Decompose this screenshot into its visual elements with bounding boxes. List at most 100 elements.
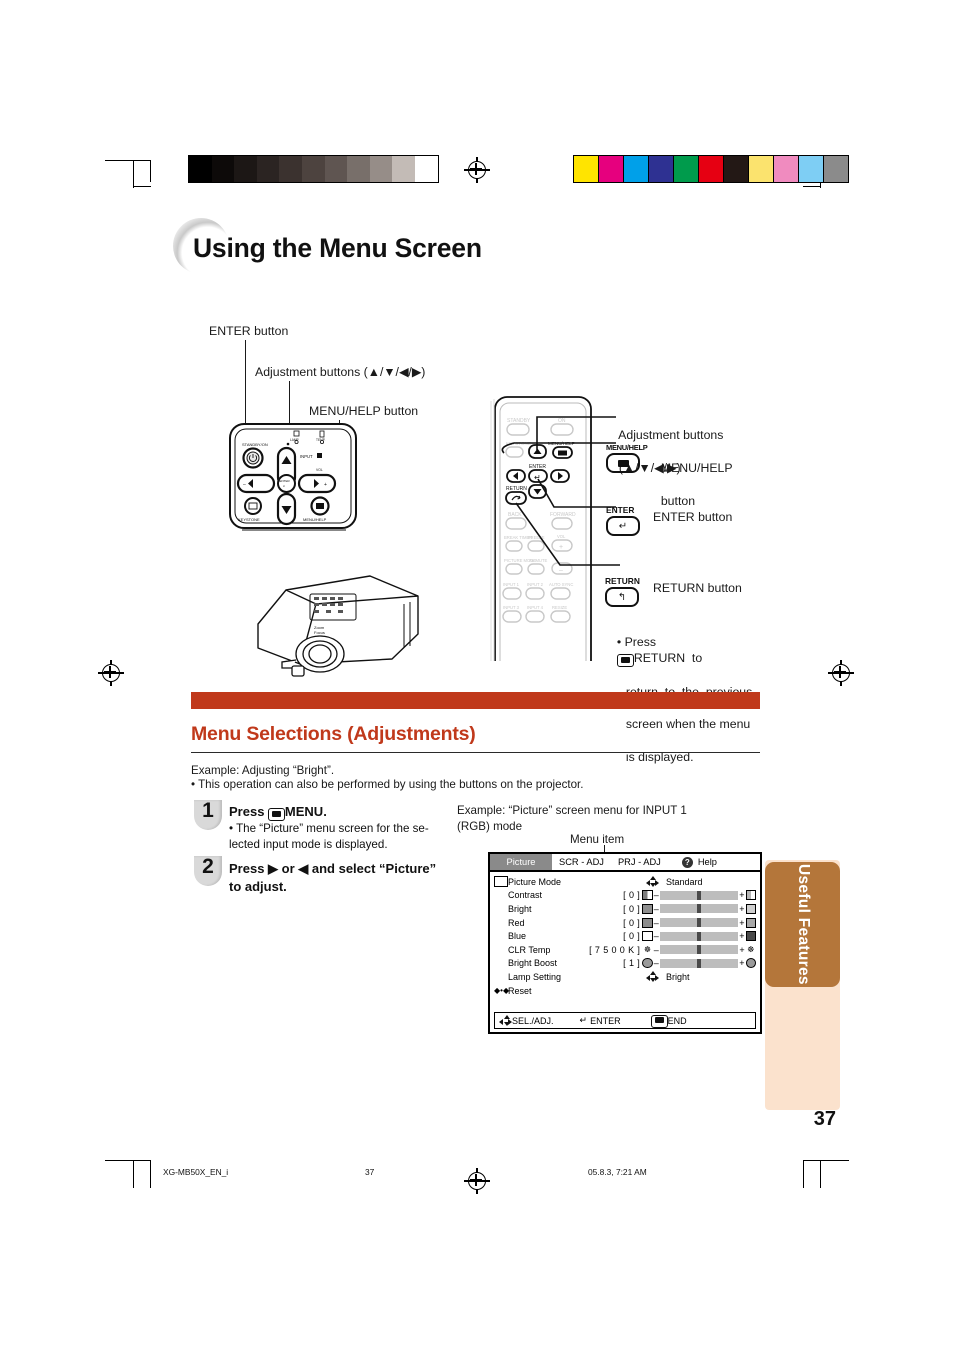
- osd-row-clr-temp[interactable]: CLR Temp [ 7 5 0 0 K ] ☸ – + ☸: [494, 943, 756, 957]
- osd-tab-picture[interactable]: Picture: [490, 854, 552, 870]
- color-swatch-2: [624, 156, 649, 182]
- callout-menu-help-button: MENU/HELP button: [309, 404, 419, 418]
- bright-high-icon: [745, 903, 756, 914]
- osd-row-red[interactable]: Red [ 0 ] – +: [494, 916, 756, 930]
- osd-row-label: Contrast: [508, 890, 543, 901]
- plus-sign: +: [739, 944, 745, 955]
- gray-swatch-9: [392, 156, 415, 182]
- svg-text:ENTER: ENTER: [280, 479, 291, 483]
- osd-bright-slider[interactable]: [659, 904, 739, 914]
- callout-right-menu-help-line1: MENU/HELP: [660, 461, 733, 476]
- osd-row-blue[interactable]: Blue [ 0 ] – +: [494, 929, 756, 943]
- registration-mark-top: [464, 157, 490, 183]
- callout-right-menu-help: MENU/HELP button: [654, 444, 733, 509]
- bright-boost-low-icon: [642, 958, 653, 969]
- side-index-tab-useful-features[interactable]: Useful Features: [765, 862, 840, 987]
- osd-row-bright[interactable]: Bright [ 0 ] – +: [494, 902, 756, 916]
- minus-sign: –: [653, 958, 659, 969]
- svg-text:LAMP: LAMP: [290, 438, 299, 442]
- note-line2: RETURN to: [633, 651, 703, 666]
- osd-bright-boost-slider[interactable]: [659, 958, 739, 968]
- section-accent-bar: [191, 692, 760, 709]
- osd-blue-slider[interactable]: [659, 931, 739, 941]
- osd-contrast-slider[interactable]: [659, 890, 739, 900]
- clr-temp-low-icon: ☸: [643, 944, 652, 954]
- color-swatch-0: [574, 156, 599, 182]
- osd-tab-bar[interactable]: Picture SCR - ADJ PRJ - ADJ ? Help: [490, 854, 760, 872]
- minus-sign: –: [653, 944, 659, 955]
- osd-tab-help[interactable]: Help: [698, 854, 724, 870]
- osd-reset-label: Reset: [508, 985, 532, 996]
- svg-text:KEYSTONE: KEYSTONE: [238, 517, 260, 522]
- menu-key-inline-icon: [267, 808, 285, 821]
- step-1-sub-line1: • The “Picture” menu screen for the se-: [229, 822, 429, 836]
- plus-sign: +: [739, 931, 745, 942]
- minus-sign: –: [653, 903, 659, 914]
- footer-timestamp: 05.8.3, 7:21 AM: [588, 1167, 647, 1177]
- remote-key-return: RETURN ↰: [605, 576, 640, 607]
- osd-row-label: Lamp Setting: [508, 971, 562, 982]
- question-mark-icon[interactable]: ?: [681, 856, 693, 868]
- osd-footer-end: END: [667, 1015, 687, 1026]
- svg-text:+: +: [324, 482, 327, 488]
- color-swatch-10: [824, 156, 848, 182]
- svg-text:VOL: VOL: [316, 468, 323, 472]
- osd-clr-temp-slider[interactable]: [660, 945, 739, 955]
- color-swatch-6: [724, 156, 749, 182]
- gray-swatch-0: [189, 156, 212, 182]
- osd-row-bright-boost[interactable]: Bright Boost [ 1 ] – +: [494, 957, 756, 971]
- osd-tab-scr-adj[interactable]: SCR - ADJ: [552, 854, 611, 870]
- callout-right-enter: ENTER button: [653, 510, 733, 524]
- osd-row-picture-mode[interactable]: Picture Mode Standard: [494, 875, 756, 889]
- step-1-sub-line2: lected input mode is displayed.: [229, 837, 388, 851]
- plus-sign: +: [739, 890, 745, 901]
- osd-row-label: Bright Boost: [508, 958, 558, 969]
- osd-row-lamp-setting[interactable]: Lamp Setting Bright: [494, 970, 756, 984]
- menu-item-label: Menu item: [570, 833, 625, 846]
- projector-body-illustration: Zoom Focus: [257, 575, 419, 677]
- gray-swatch-5: [301, 156, 325, 182]
- osd-row-label: CLR Temp: [508, 944, 551, 955]
- blue-low-icon: [642, 931, 653, 942]
- callout-right-return: RETURN button: [653, 581, 742, 595]
- callout-right-adjustment-line1: Adjustment buttons: [618, 428, 724, 443]
- osd-menu-screen[interactable]: Picture SCR - ADJ PRJ - ADJ ? Help Pictu…: [488, 852, 762, 1035]
- osd-red-slider[interactable]: [659, 918, 739, 928]
- step-2-title-line1: Press ▶ or ◀ and select “Picture”: [229, 861, 437, 876]
- gray-swatch-8: [369, 156, 393, 182]
- svg-text:STANDBY/ON: STANDBY/ON: [242, 442, 268, 447]
- osd-tab-prj-adj[interactable]: PRJ - ADJ: [611, 854, 668, 870]
- red-low-icon: [642, 917, 653, 928]
- gray-swatch-6: [324, 156, 348, 182]
- step-1-text: Press MENU. • The “Picture” menu screen …: [229, 803, 444, 853]
- osd-row-reset[interactable]: ◆•◆ Reset: [494, 984, 756, 998]
- grayscale-calibration-bar: [188, 155, 439, 183]
- svg-text:TEMP.: TEMP.: [316, 438, 325, 442]
- left-right-arrow-icon: [644, 971, 660, 983]
- color-calibration-bar: [573, 155, 849, 183]
- note-line1: • Press: [616, 635, 656, 650]
- osd-lamp-setting-value: Bright: [666, 971, 690, 982]
- osd-bright-value: [ 0 ]: [623, 903, 641, 914]
- step-1-number: 1: [202, 799, 214, 822]
- side-index-tab-label: Useful Features: [794, 864, 812, 985]
- gray-swatch-7: [347, 156, 370, 182]
- end-key-icon: [650, 1014, 668, 1028]
- section-note-line: • This operation can also be performed b…: [191, 778, 584, 791]
- color-swatch-3: [649, 156, 674, 182]
- osd-example-line1: Example: “Picture” screen menu for INPUT…: [457, 804, 687, 817]
- callout-enter-button: ENTER button: [209, 324, 289, 338]
- page-title: Using the Menu Screen: [193, 233, 482, 263]
- svg-text:↵: ↵: [283, 484, 286, 488]
- color-swatch-1: [599, 156, 624, 182]
- plus-sign: +: [739, 958, 745, 969]
- projector-control-panel-illustration: LAMP TEMP. STANDBY/ON INPUT – + VOL ENTE…: [229, 423, 357, 531]
- section-heading: Menu Selections (Adjustments): [191, 723, 476, 745]
- osd-row-contrast[interactable]: Contrast [ 0 ] – +: [494, 889, 756, 903]
- color-swatch-8: [774, 156, 799, 182]
- osd-row-spacer: [494, 997, 756, 1007]
- step-2-marker: 2: [194, 856, 228, 886]
- minus-sign: –: [653, 917, 659, 928]
- osd-picture-mode-value: Standard: [666, 876, 703, 887]
- return-key-inline-icon: [616, 654, 634, 668]
